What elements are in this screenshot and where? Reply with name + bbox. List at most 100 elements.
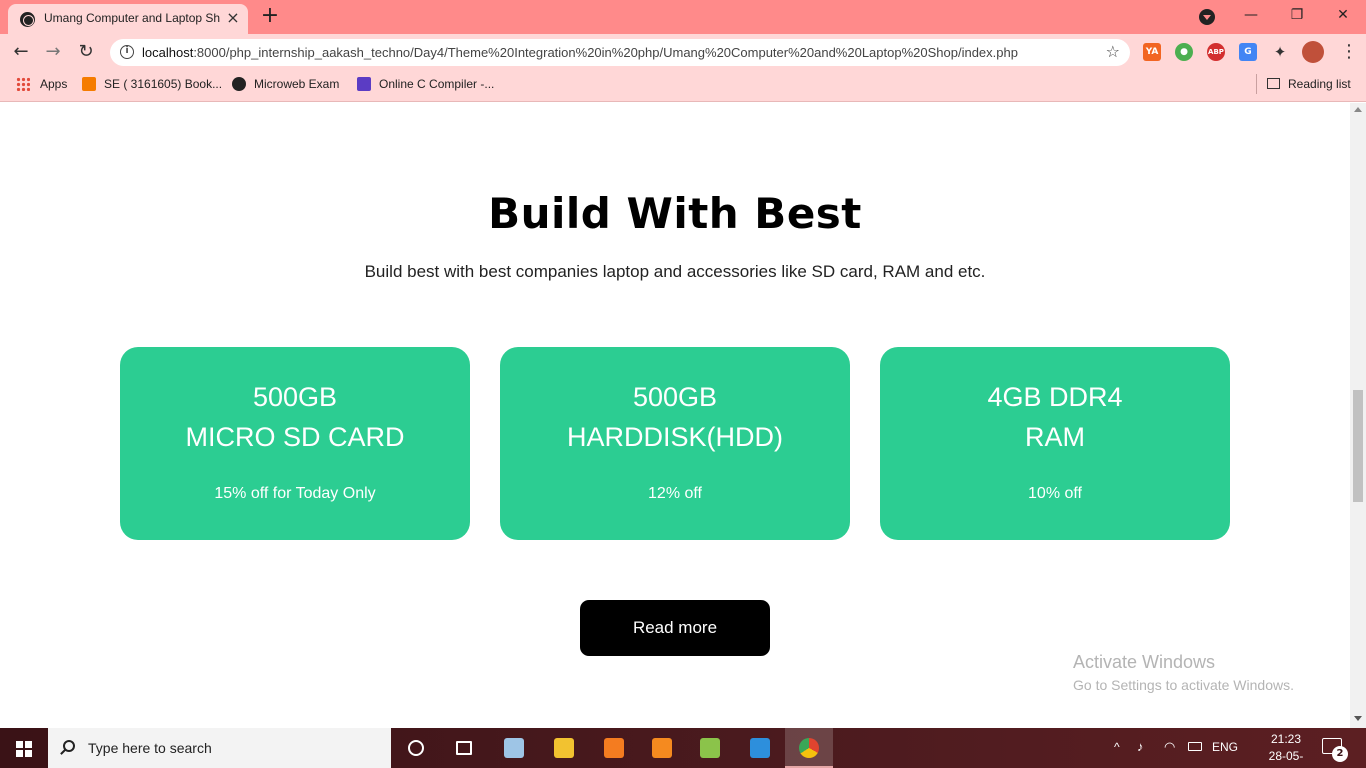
back-button[interactable]: ← [9, 40, 33, 64]
bookmark-label: Microweb Exam [254, 77, 340, 91]
cortana-button[interactable] [392, 728, 440, 768]
bookmark-online-c-compiler[interactable]: Online C Compiler -... [357, 77, 494, 95]
angular-icon [232, 77, 246, 91]
card-title-line2: MICRO SD CARD [185, 422, 405, 452]
taskbar-app-vscode[interactable] [736, 728, 784, 768]
windows-taskbar: Type here to search ^ ♪ ◠ ENG 21:23 28-0… [0, 728, 1366, 768]
clock-date: 28-05-2021 [1268, 749, 1304, 768]
extension-label-4: G [1244, 47, 1252, 57]
taskbar-app-network[interactable] [490, 728, 538, 768]
profile-avatar[interactable] [1302, 41, 1324, 63]
extension-icon-1[interactable]: YA [1143, 43, 1161, 61]
offer-card-hdd[interactable]: 500GB HARDDISK(HDD) 12% off [500, 347, 850, 540]
card-title-line1: 500GB [252, 382, 338, 412]
browser-toolbar: ← → ↻ i localhost:8000/php_internship_aa… [0, 34, 1366, 70]
card-title-line2: HARDDISK(HDD) [567, 422, 783, 452]
close-tab-button[interactable]: × [224, 9, 242, 27]
browser-menu-icon[interactable]: ⋮ [1340, 42, 1358, 62]
extension-label-5: ✦ [1273, 43, 1287, 61]
tab-title: Umang Computer and Laptop Shop [44, 11, 220, 25]
network-app-icon [504, 738, 524, 758]
activate-windows-hint: Go to Settings to activate Windows. [1073, 677, 1294, 693]
cortana-icon [408, 740, 424, 756]
url-text[interactable]: localhost:8000/php_internship_aakash_tec… [142, 45, 1018, 60]
new-tab-button[interactable]: + [258, 4, 282, 28]
extension-label-2: ● [1180, 47, 1188, 57]
xampp-icon [604, 738, 624, 758]
compiler-icon [357, 77, 371, 91]
bookmark-label: SE ( 3161605) Book... [104, 77, 223, 91]
page-scrollbar[interactable] [1350, 103, 1366, 728]
card-offer: 10% off [1028, 485, 1082, 502]
reading-list-icon [1267, 78, 1280, 89]
extension-label-3: ABP [1208, 48, 1224, 56]
activate-windows-title: Activate Windows [1073, 652, 1216, 672]
taskbar-app-file-explorer[interactable] [540, 728, 588, 768]
offer-card-ram[interactable]: 4GB DDR4 RAM 10% off [880, 347, 1230, 540]
scroll-thumb[interactable] [1353, 390, 1363, 502]
show-hidden-icons[interactable]: ^ [1114, 740, 1120, 768]
activate-windows-watermark: Activate Windows Go to Settings to activ… [1073, 652, 1294, 693]
card-title: 500GB MICRO SD CARD [120, 377, 470, 457]
scroll-up-arrow-icon[interactable] [1354, 107, 1362, 112]
url-path: :8000/php_internship_aakash_techno/Day4/… [193, 45, 1018, 60]
card-title-line1: 500GB [632, 382, 718, 412]
language-indicator[interactable]: ENG [1212, 740, 1238, 768]
taskbar-app-xampp[interactable] [590, 728, 638, 768]
bookmark-microweb-exam[interactable]: Microweb Exam [232, 77, 339, 95]
read-more-button[interactable]: Read more [580, 600, 770, 656]
url-host: localhost [142, 45, 194, 60]
notification-count-badge: 2 [1332, 746, 1348, 762]
bookmark-star-icon[interactable]: ☆ [1106, 42, 1120, 61]
chrome-icon [799, 738, 819, 758]
section-heading: Build With Best [488, 189, 862, 238]
wifi-icon[interactable]: ◠ [1164, 739, 1175, 768]
task-view-button[interactable] [440, 728, 488, 768]
restore-button[interactable]: ❐ [1282, 4, 1312, 26]
extension-icon-2[interactable]: ● [1175, 43, 1193, 61]
bookmark-se-book[interactable]: SE ( 3161605) Book... [82, 77, 222, 95]
reload-button[interactable]: ↻ [74, 40, 98, 64]
address-bar[interactable]: i localhost:8000/php_internship_aakash_t… [110, 39, 1130, 66]
taskbar-app-sublime[interactable] [638, 728, 686, 768]
blogger-icon [82, 77, 96, 91]
globe-icon [20, 12, 35, 27]
volume-icon[interactable]: ♪ [1137, 739, 1144, 768]
section-subtitle: Build best with best companies laptop an… [364, 262, 986, 281]
card-title-line2: RAM [1025, 422, 1085, 452]
bookmark-apps[interactable]: Apps [16, 77, 67, 95]
apps-grid-icon [16, 77, 30, 91]
notepad-icon [700, 738, 720, 758]
minimize-button[interactable]: — [1236, 4, 1266, 26]
forward-button[interactable]: → [41, 40, 65, 64]
close-window-button[interactable]: ✕ [1328, 4, 1358, 26]
taskbar-clock[interactable]: 21:23 28-05-2021 [1256, 731, 1316, 768]
search-icon [63, 740, 75, 752]
taskbar-app-chrome[interactable] [785, 728, 833, 768]
folder-icon [554, 738, 574, 758]
extension-label-1: YA [1145, 47, 1159, 57]
adblock-icon[interactable]: ABP [1207, 43, 1225, 61]
tab-search-icon[interactable] [1199, 9, 1215, 25]
battery-icon[interactable] [1188, 742, 1202, 751]
task-view-icon [456, 741, 472, 755]
page-content: Build With Best Build best with best com… [0, 103, 1350, 728]
card-title: 500GB HARDDISK(HDD) [500, 377, 850, 457]
taskbar-search-box[interactable]: Type here to search [48, 728, 391, 768]
browser-tab[interactable]: Umang Computer and Laptop Shop × [8, 4, 248, 34]
translate-icon[interactable]: G [1239, 43, 1257, 61]
bookmark-apps-label: Apps [40, 77, 68, 91]
card-title-line1: 4GB DDR4 [987, 382, 1123, 412]
scroll-down-arrow-icon[interactable] [1354, 716, 1362, 721]
info-icon[interactable]: i [120, 45, 134, 59]
start-button[interactable] [0, 728, 48, 768]
reading-list-button[interactable]: Reading list [1256, 74, 1351, 94]
clock-time: 21:23 [1270, 732, 1302, 746]
tab-strip: Umang Computer and Laptop Shop × + — ❐ ✕ [0, 0, 1366, 34]
card-offer: 12% off [648, 485, 702, 502]
card-offer: 15% off for Today Only [214, 485, 376, 502]
reading-list-label: Reading list [1288, 77, 1351, 91]
extensions-puzzle-icon[interactable]: ✦ [1271, 43, 1289, 61]
offer-card-sd-card[interactable]: 500GB MICRO SD CARD 15% off for Today On… [120, 347, 470, 540]
taskbar-app-notepad[interactable] [686, 728, 734, 768]
